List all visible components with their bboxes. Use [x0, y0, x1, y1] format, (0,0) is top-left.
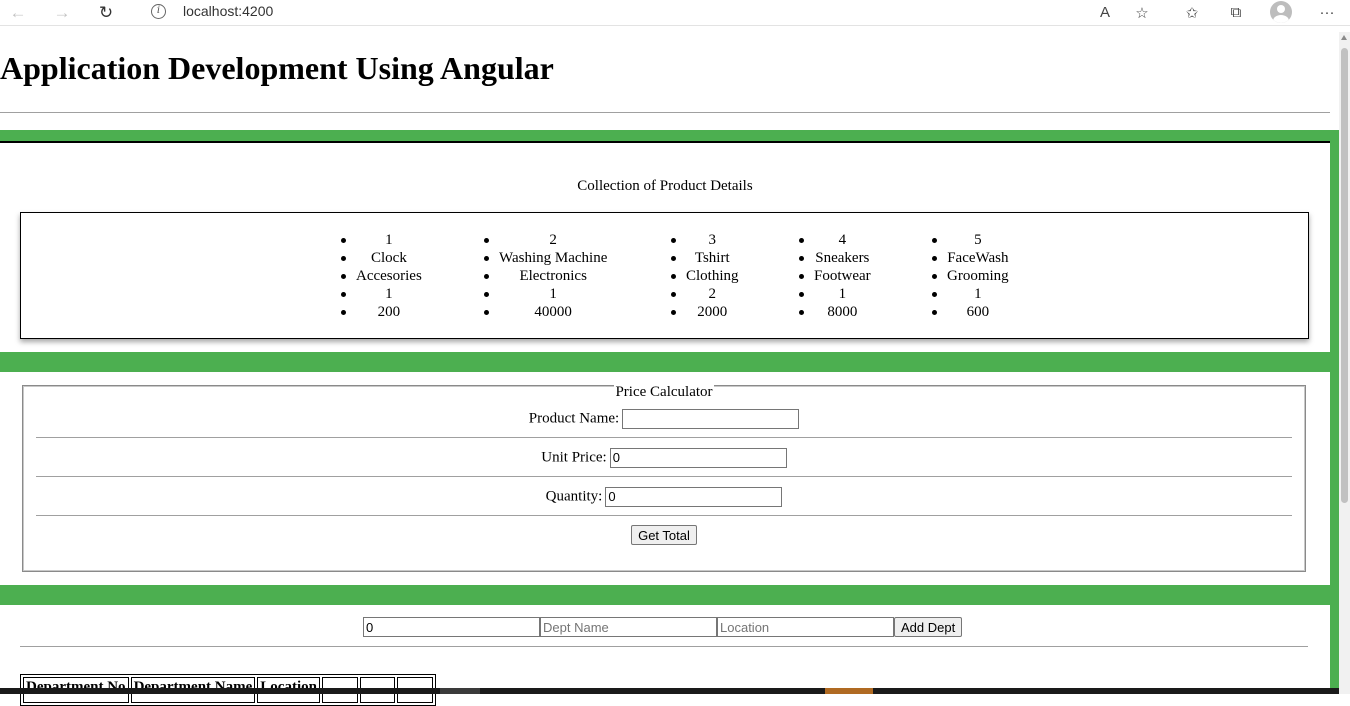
- taskbar-item[interactable]: [825, 688, 873, 694]
- more-menu-icon[interactable]: ···: [1313, 0, 1341, 25]
- product-name-row: Product Name:: [23, 408, 1305, 429]
- product-qty: 1: [799, 285, 871, 303]
- section-border: [0, 141, 1330, 143]
- add-dept-button[interactable]: Add Dept: [894, 617, 963, 637]
- reload-icon[interactable]: ↻: [92, 0, 120, 25]
- product-id: 3: [671, 231, 739, 249]
- quantity-label: Quantity:: [545, 488, 603, 505]
- profile-avatar[interactable]: [1270, 1, 1292, 23]
- add-dept-form: Add Dept: [363, 617, 963, 637]
- product-category: Clothing: [671, 267, 739, 285]
- product-id: 2: [484, 231, 607, 249]
- taskbar: [0, 688, 1339, 694]
- product-category: Electronics: [484, 267, 607, 285]
- forward-icon[interactable]: →: [48, 0, 76, 25]
- collections-icon[interactable]: ⧉: [1222, 0, 1250, 25]
- address-bar[interactable]: localhost:4200: [183, 3, 273, 19]
- unit-price-label: Unit Price:: [541, 449, 607, 466]
- section-separator: [0, 585, 1339, 605]
- section-separator: [0, 130, 1339, 141]
- location-input[interactable]: [717, 617, 894, 637]
- product-qty: 1: [484, 285, 607, 303]
- favorites-icon[interactable]: ✩: [1178, 0, 1206, 25]
- product-price: 8000: [799, 303, 871, 321]
- divider: [0, 112, 1330, 113]
- product-price: 200: [341, 303, 422, 321]
- product-id: 1: [341, 231, 422, 249]
- product-name: Tshirt: [671, 249, 739, 267]
- product-qty: 1: [341, 285, 422, 303]
- products-container: 1 Clock Accesories 1 200 2 Washing Machi…: [20, 212, 1309, 339]
- divider: [20, 646, 1308, 647]
- product-card: 2 Washing Machine Electronics 1 40000: [484, 231, 607, 321]
- product-card: 1 Clock Accesories 1 200: [341, 231, 422, 321]
- unit-price-row: Unit Price:: [23, 447, 1305, 468]
- dept-no-input[interactable]: [363, 617, 540, 637]
- section-separator: [0, 352, 1339, 372]
- products-heading: Collection of Product Details: [577, 178, 753, 194]
- section-border-right: [1330, 130, 1339, 694]
- product-qty: 2: [671, 285, 739, 303]
- product-category: Grooming: [932, 267, 1009, 285]
- product-name: Clock: [341, 249, 422, 267]
- add-favorite-icon[interactable]: ☆: [1128, 0, 1156, 25]
- page-scrollbar[interactable]: [1339, 32, 1350, 694]
- product-price: 2000: [671, 303, 739, 321]
- taskbar-item[interactable]: [440, 688, 480, 694]
- product-id: 5: [932, 231, 1009, 249]
- quantity-row: Quantity:: [23, 486, 1305, 507]
- dept-name-input[interactable]: [540, 617, 717, 637]
- scroll-up-icon[interactable]: [1341, 35, 1347, 40]
- page-title: Application Development Using Angular: [0, 50, 554, 86]
- product-price: 600: [932, 303, 1009, 321]
- back-icon[interactable]: ←: [4, 0, 32, 25]
- get-total-button[interactable]: Get Total: [631, 525, 697, 545]
- product-card: 4 Sneakers Footwear 1 8000: [799, 231, 871, 321]
- product-card: 5 FaceWash Grooming 1 600: [932, 231, 1009, 321]
- divider: [36, 476, 1292, 477]
- product-category: Footwear: [799, 267, 871, 285]
- divider: [36, 515, 1292, 516]
- product-card: 3 Tshirt Clothing 2 2000: [671, 231, 739, 321]
- product-name: FaceWash: [932, 249, 1009, 267]
- product-category: Accesories: [341, 267, 422, 285]
- divider: [36, 437, 1292, 438]
- scrollbar-thumb[interactable]: [1341, 48, 1348, 503]
- browser-toolbar: ← → ↻ i localhost:4200 A ☆ ✩ ⧉ ···: [0, 0, 1350, 26]
- site-info-icon[interactable]: i: [151, 4, 166, 19]
- product-name: Washing Machine: [484, 249, 607, 267]
- product-qty: 1: [932, 285, 1009, 303]
- product-name-input[interactable]: [622, 408, 800, 429]
- product-id: 4: [799, 231, 871, 249]
- read-aloud-icon[interactable]: A: [1091, 0, 1119, 25]
- product-name: Sneakers: [799, 249, 871, 267]
- quantity-input[interactable]: [605, 486, 783, 507]
- product-name-label: Product Name:: [528, 410, 620, 427]
- product-price: 40000: [484, 303, 607, 321]
- price-calculator: Price Calculator Product Name: Unit Pric…: [22, 384, 1306, 572]
- unit-price-input[interactable]: [609, 447, 787, 468]
- calculator-legend: Price Calculator: [614, 384, 714, 400]
